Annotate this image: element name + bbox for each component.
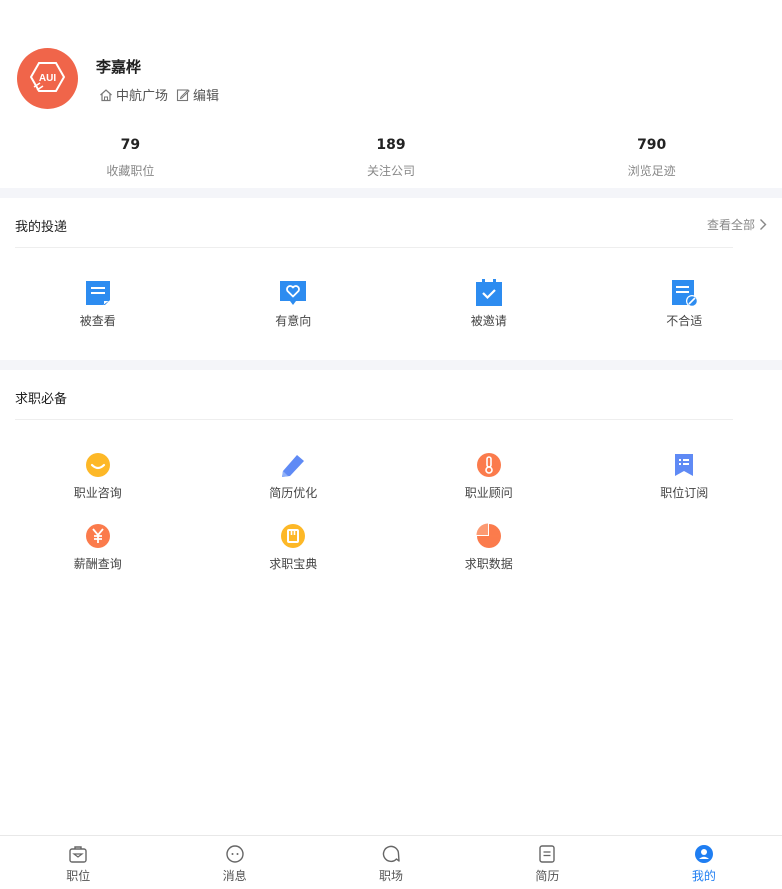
edit-profile-button[interactable]: 编辑 (176, 85, 219, 104)
section-gap (0, 360, 782, 370)
home-icon (100, 88, 112, 101)
stat-label: 收藏职位 (106, 164, 155, 178)
pencil-icon (282, 455, 305, 477)
bookmark-list-icon (675, 454, 694, 476)
essentials-item-label: 职位订阅 (660, 486, 709, 500)
yen-icon (85, 524, 110, 548)
thermometer-icon (476, 453, 501, 477)
essentials-item-resume-optimize[interactable]: 简历优化 (196, 451, 392, 522)
tab-workplace[interactable]: 职场 (313, 836, 469, 889)
tab-label: 消息 (222, 869, 247, 883)
essentials-item-label: 求职数据 (464, 557, 513, 571)
applications-item-label: 有意向 (275, 314, 312, 328)
location-label: 中航广场 (116, 89, 169, 104)
profile-header: AUI 李嘉桦 中航广场 编辑 79 收藏职位 189 关注公司 790 浏览足… (0, 0, 782, 188)
divider (15, 419, 733, 420)
stats-row: 79 收藏职位 189 关注公司 790 浏览足迹 (0, 136, 782, 179)
user-name: 李嘉桦 (96, 58, 142, 76)
applications-grid: 被查看 有意向 被邀请 不合适 (0, 279, 782, 329)
essentials-item-salary-query[interactable]: 薪酬查询 (0, 522, 196, 572)
essentials-item-career-consult[interactable]: 职业咨询 (0, 451, 196, 522)
applications-item-label: 不合适 (666, 314, 703, 328)
stat-followed-companies[interactable]: 189 关注公司 (261, 136, 522, 179)
applications-item-interested[interactable]: 有意向 (196, 279, 392, 329)
user-meta: 中航广场 编辑 (99, 85, 227, 104)
stat-label: 关注公司 (367, 164, 416, 178)
tab-messages[interactable]: 消息 (156, 836, 312, 889)
applications-item-viewed[interactable]: 被查看 (0, 279, 196, 329)
aui-logo-icon: AUI (30, 62, 65, 92)
see-all-label: 查看全部 (706, 218, 755, 232)
tab-jobs[interactable]: 职位 (0, 836, 156, 889)
stat-value: 79 (120, 137, 141, 153)
applications-item-label: 被邀请 (470, 314, 507, 328)
applications-item-rejected[interactable]: 不合适 (587, 279, 782, 329)
chevron-right-icon (760, 219, 767, 230)
essentials-item-job-subscribe[interactable]: 职位订阅 (587, 451, 782, 522)
applications-title: 我的投递 (15, 220, 68, 235)
tab-label: 我的 (691, 869, 716, 883)
heart-chat-icon (280, 281, 307, 305)
avatar[interactable]: AUI (17, 48, 78, 109)
essentials-grid: 职业咨询 简历优化 职业顾问 职位订阅 薪酬查询 求职宝典 求职数据 (0, 451, 782, 572)
essentials-item-job-guide[interactable]: 求职宝典 (196, 522, 392, 572)
resume-icon (539, 845, 556, 863)
pie-chart-icon (476, 523, 501, 548)
stat-value: 790 (637, 137, 667, 153)
location: 中航广场 (99, 85, 168, 104)
edit-label: 编辑 (193, 89, 220, 104)
stat-browse-history[interactable]: 790 浏览足迹 (521, 136, 782, 179)
stat-value: 189 (376, 137, 406, 153)
calendar-check-icon (475, 279, 502, 306)
see-all-link[interactable]: 查看全部 (707, 216, 767, 233)
essentials-item-label: 求职宝典 (269, 557, 318, 571)
essentials-item-career-advisor[interactable]: 职业顾问 (391, 451, 587, 522)
tab-label: 职场 (379, 869, 404, 883)
essentials-item-label: 职业咨询 (73, 486, 122, 500)
applications-item-invited[interactable]: 被邀请 (391, 279, 587, 329)
stat-favorite-jobs[interactable]: 79 收藏职位 (0, 136, 261, 179)
essentials-item-job-data[interactable]: 求职数据 (391, 522, 587, 572)
message-icon (225, 845, 244, 863)
bottom-tab-bar: 职位 消息 职场 简历 我的 (0, 835, 782, 889)
tab-resume[interactable]: 简历 (469, 836, 625, 889)
section-gap (0, 188, 782, 198)
briefcase-icon (69, 846, 87, 863)
essentials-item-label: 简历优化 (269, 486, 318, 500)
applications-item-label: 被查看 (79, 314, 116, 328)
user-icon (694, 845, 713, 863)
essentials-title: 求职必备 (15, 392, 68, 407)
tab-label: 职位 (66, 869, 91, 883)
doc-rejected-icon (672, 280, 699, 307)
edit-icon (176, 88, 190, 101)
stat-label: 浏览足迹 (627, 164, 676, 178)
doc-viewed-icon (85, 281, 110, 305)
divider (15, 247, 733, 248)
essentials-item-label: 职业顾问 (464, 486, 513, 500)
tab-me[interactable]: 我的 (626, 836, 782, 889)
book-icon (281, 524, 306, 548)
smile-icon (85, 453, 110, 477)
tab-label: 简历 (535, 869, 560, 883)
svg-text:AUI: AUI (39, 73, 56, 84)
circle-chat-icon (382, 845, 400, 863)
essentials-item-label: 薪酬查询 (73, 557, 122, 571)
